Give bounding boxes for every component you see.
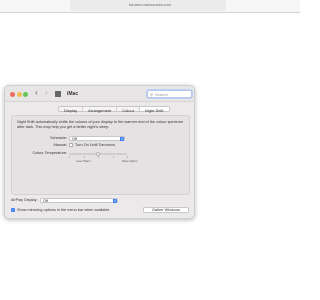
slider-tick — [98, 156, 99, 158]
tab-display[interactable]: Display — [59, 107, 84, 113]
chevron-updown-icon: ⇕ — [113, 198, 117, 203]
manual-option-label[interactable]: Turn On Until Tomorrow — [75, 143, 115, 147]
tab-colour[interactable]: Colour — [117, 107, 141, 113]
search-icon: ⚲ — [150, 92, 153, 98]
manual-checkbox[interactable] — [69, 143, 73, 147]
tab-bar: Display Arrangement Colour Night Shift — [58, 106, 170, 113]
schedule-select[interactable]: Off ⇕ — [69, 135, 125, 141]
schedule-value: Off — [72, 136, 77, 141]
schedule-label: Schedule: — [50, 136, 67, 140]
airplay-display-label: AirPlay Display: — [11, 198, 38, 202]
airplay-display-select[interactable]: Off ⇕ — [40, 197, 118, 203]
url-text[interactable]: forums.macrumors.com — [0, 2, 300, 7]
close-window-button[interactable] — [10, 91, 15, 97]
window-title: iMac — [67, 90, 79, 97]
more-warm-label: More Warm — [122, 159, 138, 163]
search-input[interactable] — [155, 91, 191, 98]
minimize-window-button[interactable] — [16, 91, 22, 97]
mirroring-checkbox[interactable]: ✓ — [11, 208, 15, 212]
forward-arrow-icon[interactable]: › — [45, 89, 48, 97]
tab-night-shift[interactable]: Night Shift — [140, 107, 169, 113]
zoom-window-button[interactable] — [23, 91, 28, 97]
slider-tick — [83, 156, 84, 158]
tab-arrangement[interactable]: Arrangement — [83, 107, 118, 113]
mirroring-checkbox-label: Show mirroring options in the menu bar w… — [17, 208, 110, 212]
displays-preferences-window: ‹ › iMac ⚲ Display Arrangement Colour Ni… — [4, 85, 195, 219]
gather-windows-button[interactable]: Gather Windows — [143, 207, 189, 213]
night-shift-description: Night Shift automatically shifts the col… — [17, 120, 184, 129]
less-warm-label: Less Warm — [76, 159, 92, 163]
browser-toolbar: forums.macrumors.com — [0, 0, 300, 14]
back-arrow-icon[interactable]: ‹ — [35, 89, 38, 97]
slider-tick — [112, 156, 113, 158]
night-shift-panel: Night Shift automatically shifts the col… — [11, 115, 190, 195]
airplay-display-value: Off — [43, 198, 48, 203]
search-field[interactable]: ⚲ — [147, 90, 192, 98]
slider-tick — [69, 156, 70, 158]
temperature-slider-knob[interactable] — [96, 151, 100, 156]
manual-label: Manual: — [53, 143, 67, 147]
window-titlebar: ‹ › iMac ⚲ — [5, 86, 194, 102]
show-all-grid-icon[interactable] — [55, 91, 61, 97]
slider-tick — [126, 156, 127, 158]
chevron-updown-icon: ⇕ — [120, 136, 124, 141]
colour-temperature-label: Colour Temperature: — [32, 151, 67, 155]
